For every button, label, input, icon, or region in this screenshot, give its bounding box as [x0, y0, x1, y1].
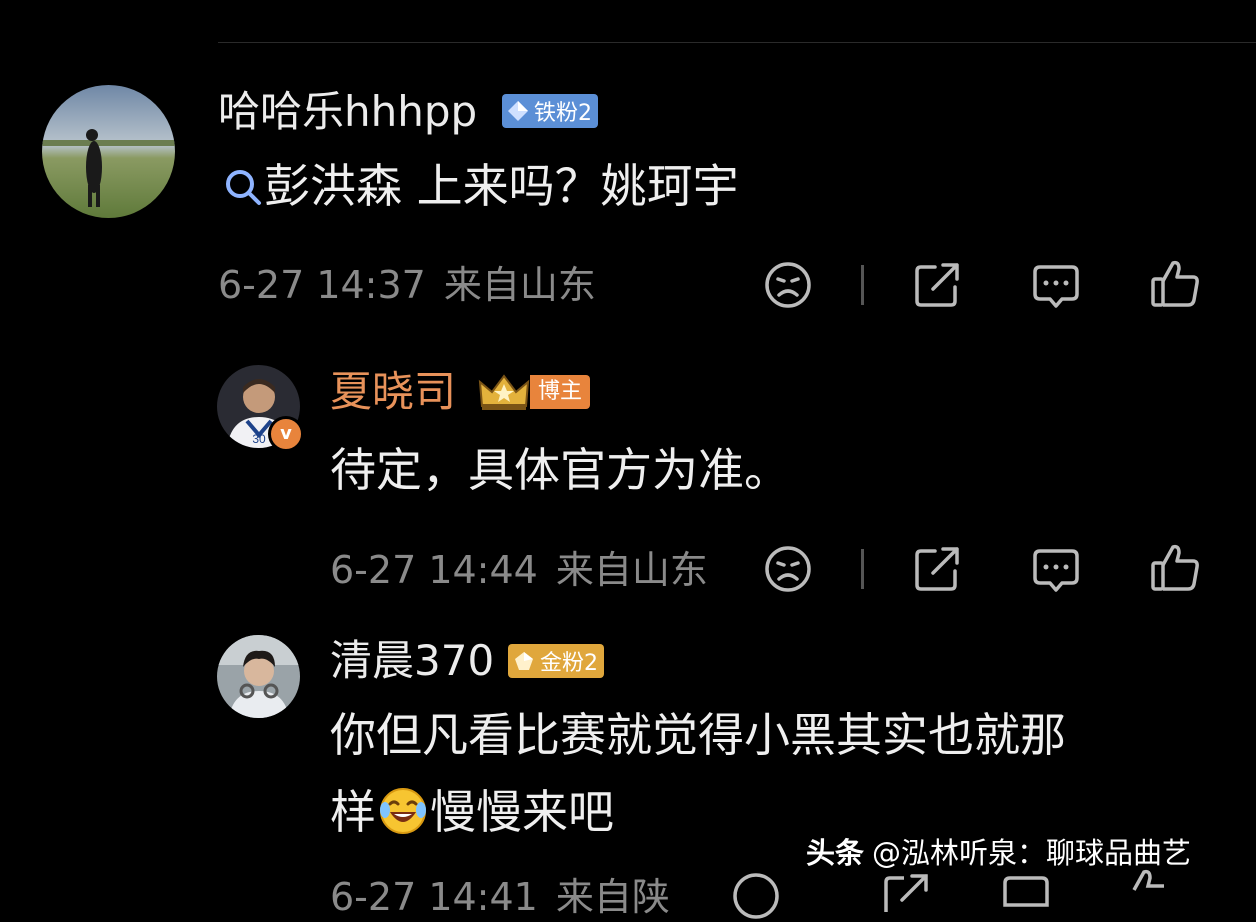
avatar[interactable] — [42, 85, 175, 218]
share-button[interactable] — [880, 870, 932, 922]
comment-username[interactable]: 夏晓司 — [330, 366, 456, 418]
like-icon — [1151, 260, 1199, 307]
comment-meta: 6-27 14:44 来自山东 — [330, 548, 726, 592]
comment-date: 6-27 14:44 — [330, 548, 538, 592]
reply-icon — [1033, 265, 1079, 308]
dislike-face-icon — [765, 546, 811, 592]
dislike-button[interactable] — [762, 543, 814, 595]
crown-icon — [478, 372, 530, 412]
reply-button[interactable] — [1030, 543, 1082, 595]
fan-level-badge[interactable]: 金粉2 — [508, 644, 604, 678]
action-divider — [861, 265, 864, 305]
laugh-cry-emoji — [378, 780, 428, 834]
badge-label: 铁粉2 — [534, 101, 592, 126]
comment-date: 6-27 14:41 — [330, 875, 538, 919]
badge-label: 博主 — [530, 375, 591, 409]
comment-date: 6-27 14:37 — [218, 263, 426, 307]
comment-location: 来自山东 — [555, 548, 708, 592]
share-icon — [915, 547, 959, 591]
comment-meta: 6-27 14:41 来自陕 — [330, 875, 688, 919]
badge-label: 金粉2 — [540, 651, 598, 676]
svg-text:30: 30 — [252, 432, 266, 446]
diamond-icon — [506, 99, 530, 123]
like-icon — [1151, 544, 1199, 591]
avatar[interactable] — [217, 635, 300, 718]
comment-username[interactable]: 哈哈乐hhhpp — [218, 86, 477, 138]
comment-text-line: 样 慢慢来吧 — [330, 772, 614, 852]
comment-text: 彭洪森 上来吗？姚珂宇 — [222, 146, 739, 226]
search-link[interactable]: 彭洪森 — [222, 159, 402, 213]
watermark: 头条 @泓林听泉：聊球品曲艺 — [806, 832, 1191, 874]
comment-meta: 6-27 14:37 来自山东 — [218, 263, 614, 307]
dislike-face-icon — [733, 873, 779, 919]
reply-button[interactable] — [1030, 259, 1082, 311]
watermark-handle: @泓林听泉：聊球品曲艺 — [872, 836, 1192, 870]
top-divider — [218, 42, 1256, 43]
like-button[interactable] — [1149, 257, 1201, 309]
comment-username[interactable]: 清晨370 — [330, 635, 494, 687]
comment-text-part: 样 — [330, 785, 376, 839]
dislike-button[interactable] — [762, 259, 814, 311]
verified-badge: v — [268, 416, 304, 452]
avatar-image — [42, 85, 175, 218]
share-button[interactable] — [911, 259, 963, 311]
reply-icon — [1033, 549, 1079, 592]
comment-text: 待定，具体官方为准。 — [330, 443, 790, 497]
dislike-button[interactable] — [730, 870, 782, 922]
gem-icon — [512, 649, 536, 673]
search-icon — [222, 152, 264, 205]
share-button[interactable] — [911, 543, 963, 595]
comment-text-rest: 上来吗？姚珂宇 — [402, 159, 739, 213]
watermark-brand: 头条 — [806, 836, 865, 870]
share-icon — [915, 263, 959, 307]
comment-text-line: 你但凡看比赛就觉得小黑其实也就那 — [330, 708, 1066, 762]
reply-icon — [1003, 876, 1049, 907]
share-icon — [884, 874, 928, 912]
comment-location: 来自陕 — [555, 875, 670, 919]
dislike-face-icon — [765, 262, 811, 308]
comment-location: 来自山东 — [443, 263, 596, 307]
search-query[interactable]: 彭洪森 — [264, 159, 402, 213]
fan-level-badge[interactable]: 铁粉2 — [502, 94, 598, 128]
reply-button[interactable] — [1000, 870, 1052, 922]
avatar-image — [217, 635, 300, 718]
blogger-badge[interactable]: 博主 — [478, 372, 591, 412]
action-divider — [861, 549, 864, 589]
like-button[interactable] — [1149, 541, 1201, 593]
comment-text-part: 慢慢来吧 — [430, 785, 614, 839]
